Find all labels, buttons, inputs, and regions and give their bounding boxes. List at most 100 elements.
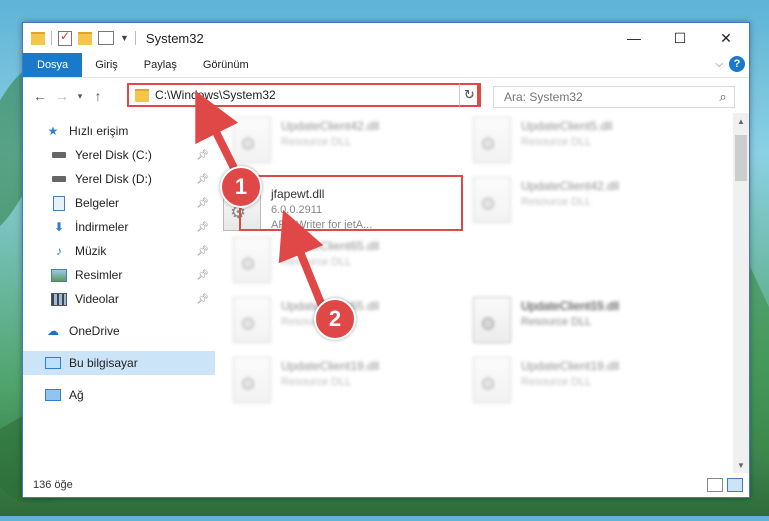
maximize-button[interactable]: ☐ <box>657 23 703 53</box>
file-name: UpdateClient65.dll <box>281 239 380 253</box>
scroll-down-icon[interactable]: ▼ <box>733 457 749 473</box>
sidebar-item-pictures[interactable]: Resimler 📌︎ <box>23 263 215 287</box>
large-icons-view-icon[interactable] <box>727 478 743 492</box>
file-item[interactable]: ⚙ UpdateClient42.dll Resource DLL <box>473 177 693 227</box>
sidebar-item-label: Müzik <box>75 244 107 258</box>
dll-file-icon: ⚙ <box>473 117 511 163</box>
sidebar-item-documents[interactable]: Belgeler 📌︎ <box>23 191 215 215</box>
chevron-down-icon[interactable]: ▼ <box>120 33 129 43</box>
sidebar-item-music[interactable]: ♪ Müzik 📌︎ <box>23 239 215 263</box>
up-button[interactable]: ↑ <box>87 88 109 104</box>
customize-icon[interactable] <box>98 31 114 45</box>
file-name: UpdateClient42.dll <box>281 119 380 133</box>
target-file-highlight <box>239 175 463 231</box>
help-icon[interactable]: ? <box>729 56 745 72</box>
navigation-pane: ★ Hızlı erişim Yerel Disk (C:) 📌︎ Yerel … <box>23 113 215 473</box>
scroll-thumb[interactable] <box>735 135 747 181</box>
sidebar-item-label: OneDrive <box>69 324 120 338</box>
step-1-badge: 1 <box>220 166 262 208</box>
dll-file-icon: ⚙ <box>473 357 511 403</box>
drive-icon <box>51 172 67 186</box>
gear-icon: ⚙ <box>240 254 257 274</box>
properties-check-icon[interactable] <box>58 29 72 46</box>
dll-file-icon: ⚙ <box>233 117 271 163</box>
sidebar-item-quick-access[interactable]: ★ Hızlı erişim <box>23 119 215 143</box>
file-description: Resource DLL <box>521 376 592 388</box>
file-description: Resource DLL <box>521 196 592 208</box>
forward-button[interactable]: → <box>51 88 73 104</box>
close-button[interactable]: ✕ <box>703 23 749 53</box>
details-view-icon[interactable] <box>707 478 723 492</box>
file-item[interactable]: ⚙ UpdateClient19.dll Resource DLL <box>233 357 453 407</box>
expand-ribbon-icon[interactable]: ⌵ <box>715 59 723 70</box>
file-description: Resource DLL <box>521 316 592 328</box>
file-item[interactable]: ⚙ UpdateClient19.dll Resource DLL <box>473 357 693 407</box>
gear-icon: ⚙ <box>240 314 257 334</box>
sidebar-item-label: Bu bilgisayar <box>69 356 138 370</box>
back-button[interactable]: ← <box>29 88 51 104</box>
gear-icon: ⚙ <box>240 374 257 394</box>
file-item[interactable]: ⚙ UpdateClient19.dll Resource DLL <box>473 297 693 347</box>
new-folder-icon[interactable] <box>78 31 92 45</box>
sidebar-item-label: Yerel Disk (C:) <box>75 148 152 162</box>
dll-file-icon: ⚙ <box>473 177 511 223</box>
documents-icon <box>51 195 67 211</box>
address-bar[interactable]: C:\Windows\System32 ⌵ <box>127 83 479 107</box>
pin-icon: 📌︎ <box>196 173 209 185</box>
search-box[interactable]: ⌕ <box>493 86 735 108</box>
cloud-icon: ☁ <box>47 324 59 338</box>
network-icon <box>45 388 61 402</box>
file-explorer-window: ▼ System32 — ☐ ✕ Dosya Giriş Paylaş Görü… <box>22 22 750 498</box>
recent-locations-button[interactable]: ▾ <box>73 91 87 102</box>
gear-icon: ⚙ <box>480 134 497 154</box>
vertical-scrollbar[interactable]: ▲ ▼ <box>733 113 749 473</box>
search-input[interactable] <box>502 89 712 105</box>
folder-icon <box>135 88 149 102</box>
gear-icon: ⚙ <box>480 374 497 394</box>
sidebar-item-videos[interactable]: Videolar 📌︎ <box>23 287 215 311</box>
gear-icon: ⚙ <box>240 134 257 154</box>
file-name: UpdateClient19.dll <box>281 359 380 373</box>
dll-file-icon: ⚙ <box>233 357 271 403</box>
scroll-up-icon[interactable]: ▲ <box>733 113 749 129</box>
divider <box>134 31 136 45</box>
sidebar-item-label: Videolar <box>75 292 119 306</box>
sidebar-item-local-disk-d[interactable]: Yerel Disk (D:) 📌︎ <box>23 167 215 191</box>
title-bar: ▼ System32 — ☐ ✕ <box>23 23 749 53</box>
file-item[interactable]: ⚙ UpdateClient5.dll Resource DLL <box>473 117 693 167</box>
sidebar-item-this-pc[interactable]: Bu bilgisayar <box>23 351 215 375</box>
dll-file-icon: ⚙ <box>233 297 271 343</box>
star-icon: ★ <box>47 124 59 138</box>
pin-icon: 📌︎ <box>196 149 209 161</box>
sidebar-item-local-disk-c[interactable]: Yerel Disk (C:) 📌︎ <box>23 143 215 167</box>
file-item[interactable]: ⚙ UpdateClient42.dll Resource DLL <box>233 117 453 167</box>
minimize-button[interactable]: — <box>611 23 657 53</box>
videos-icon <box>51 292 67 306</box>
tab-home[interactable]: Giriş <box>82 53 131 77</box>
pin-icon: 📌︎ <box>196 293 209 305</box>
gear-icon: ⚙ <box>480 314 497 334</box>
pin-icon: 📌︎ <box>196 221 209 233</box>
downloads-icon: ⬇ <box>53 220 65 234</box>
sidebar-item-network[interactable]: Ağ <box>23 383 215 407</box>
step-2-badge: 2 <box>314 298 356 340</box>
file-item[interactable]: ⚙ UpdateClient65.dll Resource DLL <box>233 237 453 287</box>
sidebar-item-downloads[interactable]: ⬇ İndirmeler 📌︎ <box>23 215 215 239</box>
quick-access-toolbar: ▼ <box>23 29 136 46</box>
tab-file[interactable]: Dosya <box>23 53 83 77</box>
sidebar-item-label: Ağ <box>69 388 84 402</box>
sidebar-item-label: İndirmeler <box>75 220 129 234</box>
file-name: UpdateClient42.dll <box>521 179 620 193</box>
address-path[interactable]: C:\Windows\System32 <box>155 88 461 102</box>
search-icon[interactable]: ⌕ <box>712 89 734 105</box>
pin-icon: 📌︎ <box>196 269 209 281</box>
refresh-button[interactable]: ↻ <box>459 83 481 107</box>
computer-icon <box>45 356 61 370</box>
file-description: Resource DLL <box>521 136 592 148</box>
sidebar-item-onedrive[interactable]: ☁ OneDrive <box>23 319 215 343</box>
tab-view[interactable]: Görünüm <box>190 53 262 77</box>
file-description: Resource DLL <box>281 136 352 148</box>
tab-share[interactable]: Paylaş <box>131 53 190 77</box>
navigation-bar: ← → ▾ ↑ C:\Windows\System32 ⌵ ↻ ⌕ <box>23 78 749 114</box>
file-name: UpdateClient5.dll <box>521 119 613 133</box>
